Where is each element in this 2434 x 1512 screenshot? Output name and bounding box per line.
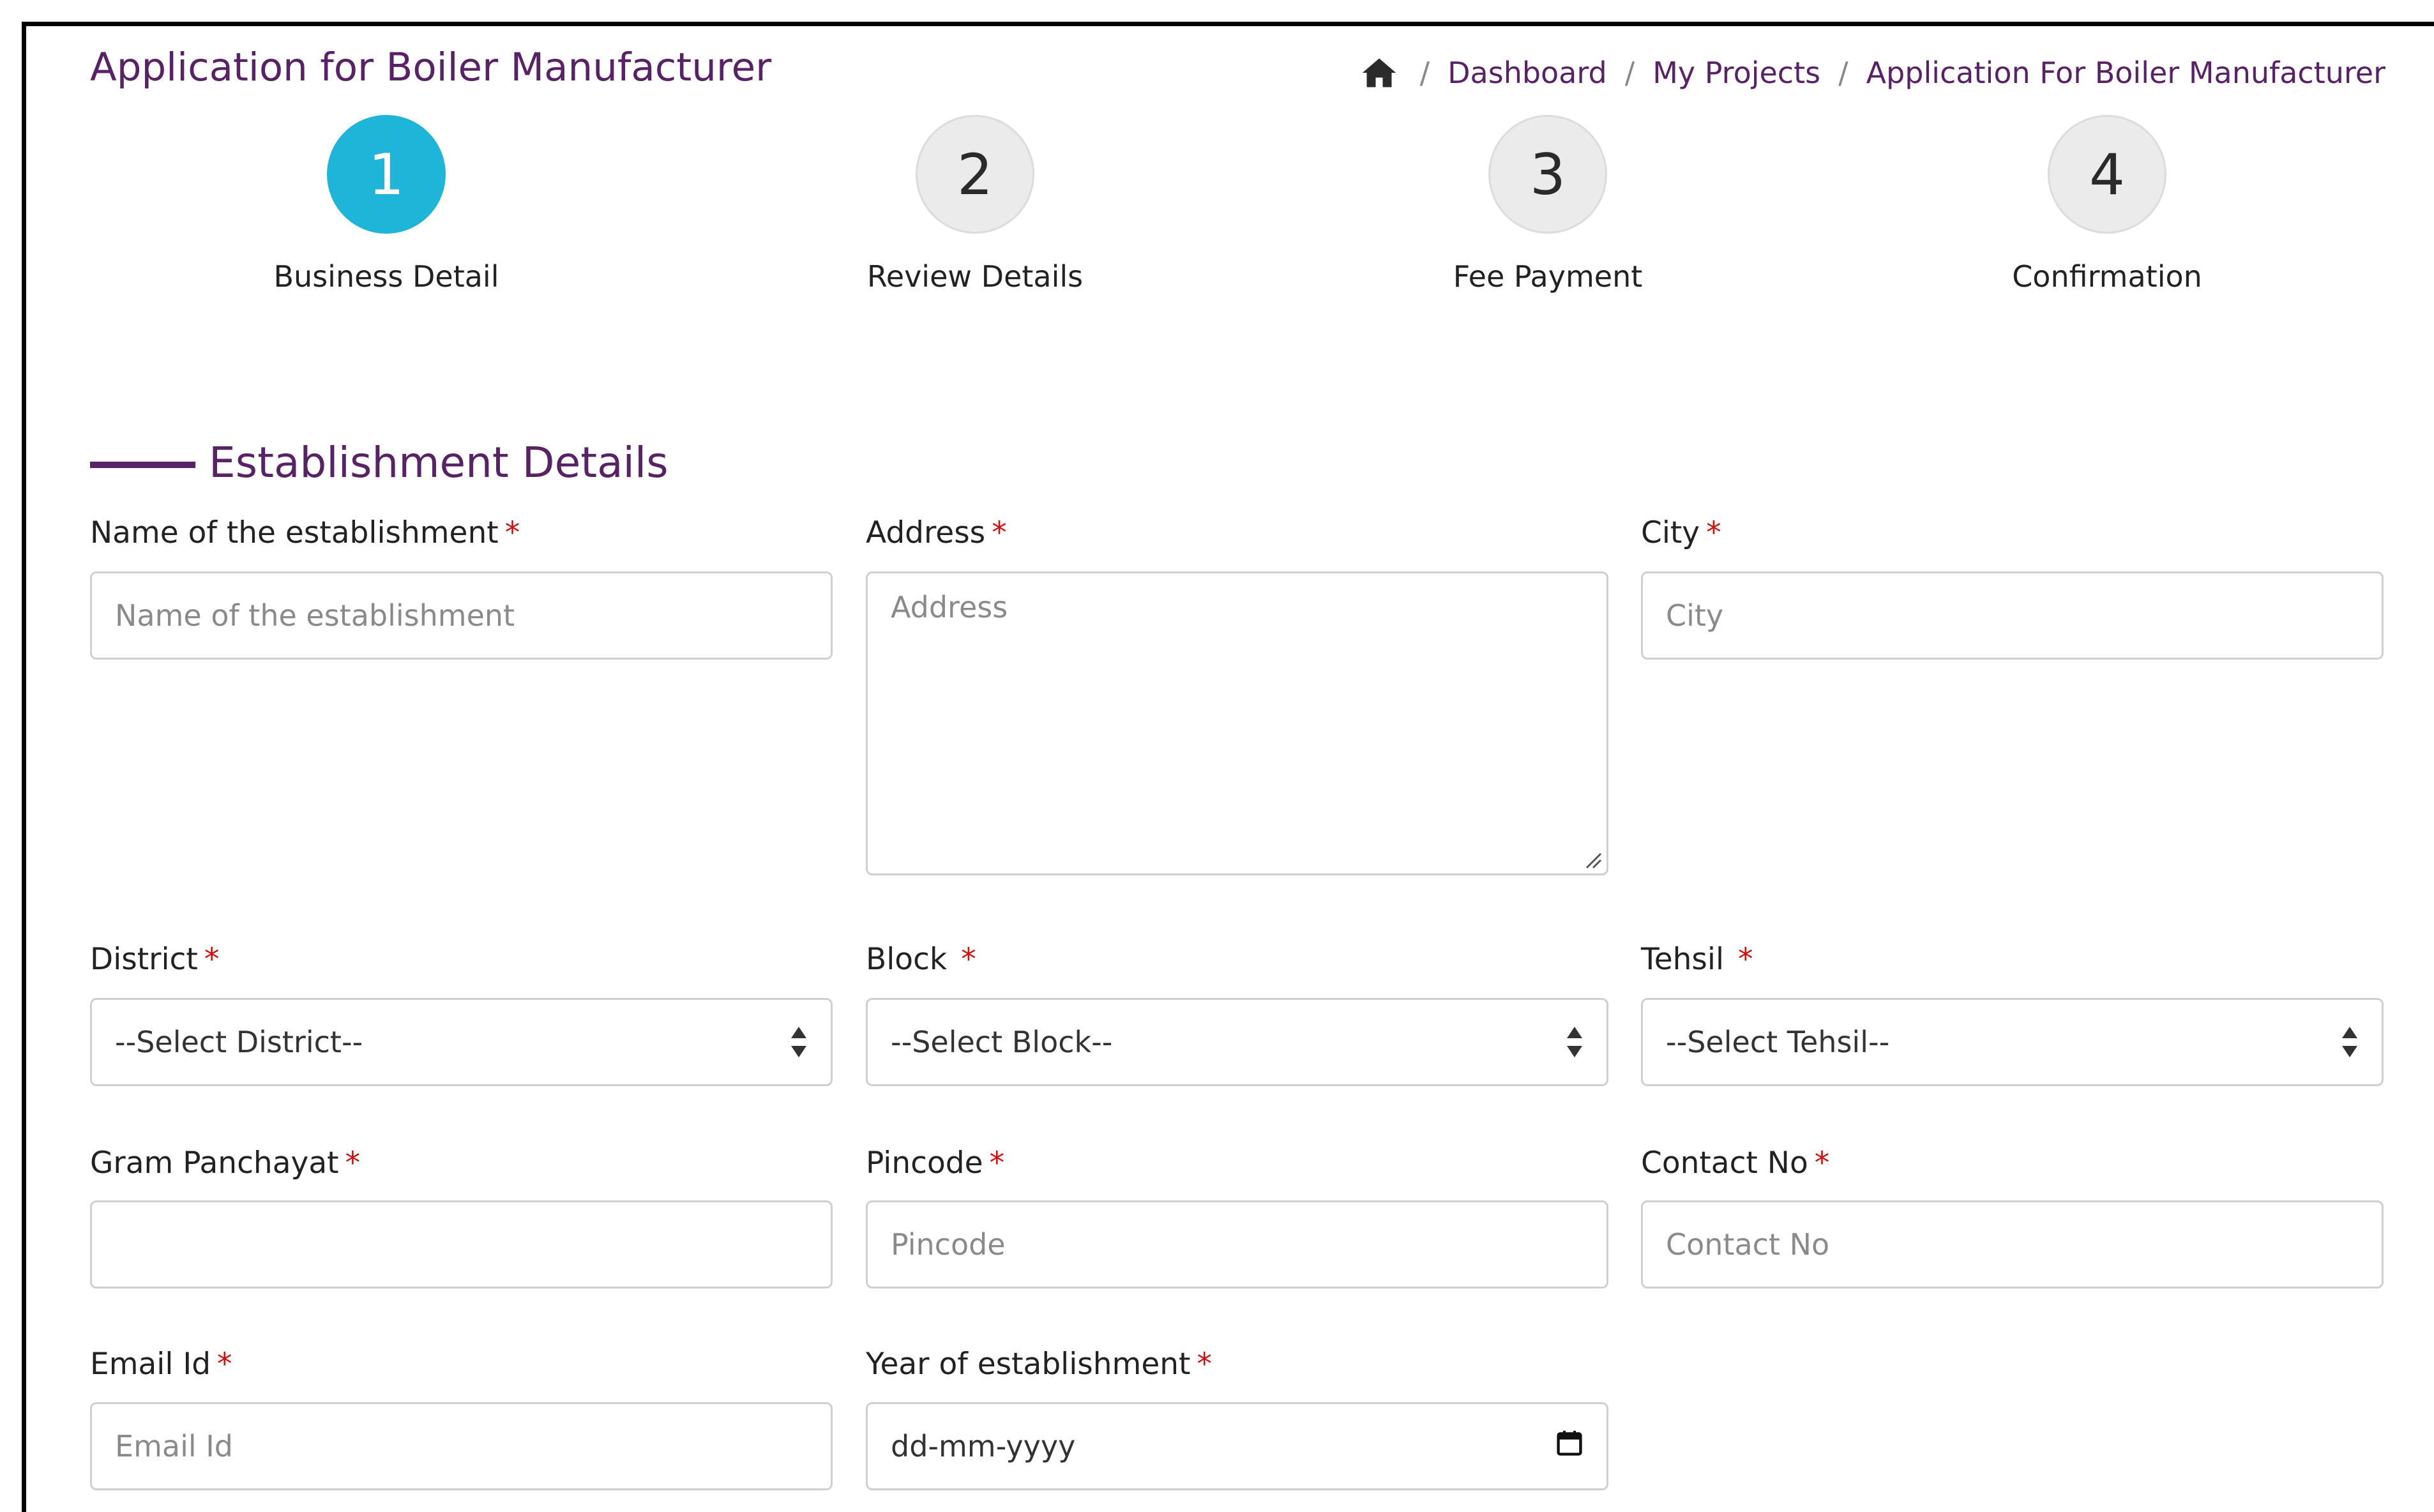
required-mark: * (504, 515, 520, 550)
establishment-name-input[interactable] (90, 571, 833, 660)
breadcrumb: / Dashboard / My Projects / Application … (1360, 54, 2385, 92)
section-title: Establishment Details (209, 438, 669, 487)
year-established-date-input[interactable]: dd-mm-yyyy (866, 1402, 1608, 1490)
breadcrumb-separator: / (1419, 56, 1430, 90)
tehsil-label: Tehsil * (1641, 942, 1753, 977)
tehsil-select[interactable]: --Select Tehsil-- (1641, 998, 2384, 1086)
tehsil-selected-value: --Select Tehsil-- (1666, 1025, 1890, 1059)
sort-arrows-icon (2341, 1025, 2359, 1059)
establishment-name-label: Name of the establishment * (90, 515, 520, 550)
email-label: Email Id * (90, 1347, 232, 1382)
required-mark: * (345, 1145, 361, 1181)
breadcrumb-separator: / (1624, 56, 1635, 90)
block-select[interactable]: --Select Block-- (866, 998, 1608, 1086)
address-textarea[interactable] (866, 571, 1608, 875)
step-number: 4 (2048, 115, 2166, 234)
sort-arrows-icon (790, 1025, 808, 1059)
step-fee-payment[interactable]: 3 Fee Payment (1356, 115, 1739, 294)
step-label: Review Details (866, 259, 1084, 294)
step-number: 2 (916, 115, 1034, 234)
resize-handle-icon[interactable] (1583, 850, 1602, 869)
required-mark: * (1706, 515, 1721, 550)
section-accent-bar (90, 462, 195, 468)
step-confirmation[interactable]: 4 Confirmation (1916, 115, 2299, 294)
year-established-label: Year of establishment * (866, 1347, 1212, 1382)
date-placeholder: dd-mm-yyyy (891, 1429, 1076, 1463)
contact-no-label: Contact No * (1641, 1145, 1830, 1181)
gram-panchayat-input[interactable] (90, 1200, 833, 1289)
step-number: 1 (327, 115, 446, 234)
sort-arrows-icon (1566, 1025, 1584, 1059)
required-mark: * (1197, 1347, 1212, 1382)
district-selected-value: --Select District-- (115, 1025, 363, 1059)
page-title: Application for Boiler Manufacturer (90, 45, 772, 90)
required-mark: * (217, 1347, 232, 1382)
district-select[interactable]: --Select District-- (90, 998, 833, 1086)
block-selected-value: --Select Block-- (891, 1025, 1113, 1059)
address-label: Address * (866, 515, 1007, 550)
email-input[interactable] (90, 1402, 833, 1490)
required-mark: * (1814, 1145, 1830, 1181)
window-frame-top (22, 22, 2434, 26)
district-label: District * (90, 942, 220, 977)
step-number: 3 (1488, 115, 1607, 234)
breadcrumb-my-projects[interactable]: My Projects (1652, 56, 1820, 90)
contact-no-input[interactable] (1641, 1200, 2384, 1289)
step-review-details[interactable]: 2 Review Details (783, 115, 1167, 294)
address-field-wrapper (866, 571, 1608, 875)
city-input[interactable] (1641, 571, 2384, 660)
window-frame-left (22, 22, 26, 1512)
step-business-detail[interactable]: 1 Business Detail (195, 115, 578, 294)
city-label: City * (1641, 515, 1721, 550)
required-mark: * (992, 515, 1007, 550)
calendar-icon[interactable] (1555, 1429, 1584, 1464)
block-label: Block * (866, 942, 976, 977)
gram-panchayat-label: Gram Panchayat * (90, 1145, 361, 1181)
required-mark: * (1738, 942, 1753, 977)
required-mark: * (204, 942, 220, 977)
pincode-label: Pincode * (866, 1145, 1005, 1181)
breadcrumb-dashboard[interactable]: Dashboard (1448, 56, 1607, 90)
home-icon[interactable] (1360, 54, 1398, 92)
pincode-input[interactable] (866, 1200, 1608, 1289)
required-mark: * (989, 1145, 1005, 1181)
breadcrumb-current-page: Application For Boiler Manufacturer (1866, 56, 2385, 90)
step-label: Business Detail (273, 259, 499, 294)
step-label: Confirmation (2012, 259, 2202, 294)
breadcrumb-separator: / (1838, 56, 1848, 90)
step-label: Fee Payment (1453, 259, 1643, 294)
required-mark: * (961, 942, 976, 977)
